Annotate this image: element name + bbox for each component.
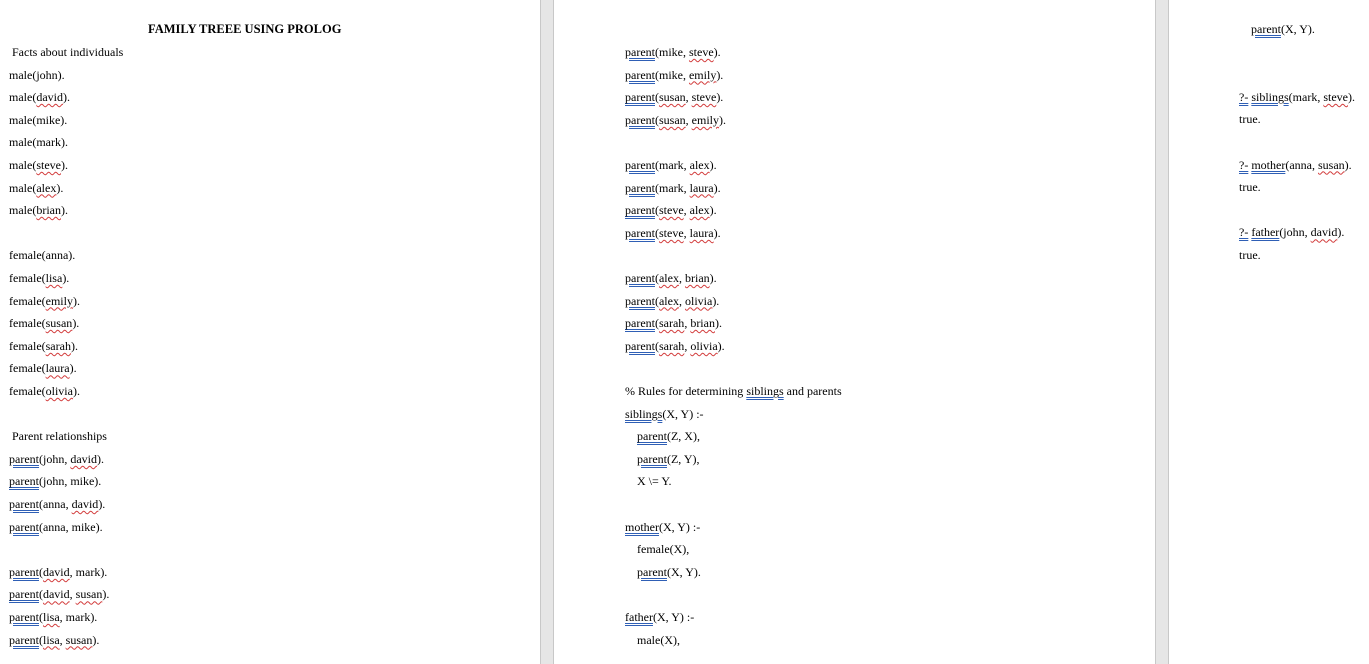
text-line: parent(mike, emily). [625,67,724,82]
text-line: ?- mother(anna, susan). [1239,157,1352,172]
text-line: parent(john, david). [9,451,104,466]
text-line: female(X), [625,542,690,557]
text-line: parent(X, Y). [1251,22,1315,36]
text-line: female(sarah). [9,338,78,353]
text-line: female(susan). [9,316,80,331]
text-line: male(steve). [9,158,68,172]
text-line: parent(steve, laura). [625,225,721,240]
text-line: parent(Z, X), [637,429,700,444]
text-line: parent(Z, Y), [637,451,700,466]
document-page-3: parent(X, Y). ?- siblings(mark, steve). tr… [1168,0,1369,664]
text-line: siblings(X, Y) :- [625,406,704,421]
text-line: X \= Y. [625,474,672,489]
document-page-2: parent(mike, steve). parent(mike, emily).… [553,0,1156,664]
text-line: ?- father(john, david). [1239,225,1345,240]
text-line: parent(mark, laura). [625,180,721,195]
text-line: Facts about individuals [9,45,124,59]
text-line: male(X), [625,632,680,647]
text-line: parent(steve, alex). [625,203,717,218]
text-line: parent(anna, david). [9,497,106,511]
text-line: parent(susan, emily). [625,112,726,127]
document-page-1: FAMILY TREEE USING PROLOG Facts about in… [0,0,541,664]
text-line: female(anna). [9,248,76,263]
text-line: parent(mark, alex). [625,158,717,172]
text-line: female(lisa). [9,271,70,285]
text-line: parent(sarah, brian). [625,316,722,331]
text-line: parent(lisa, mark). [9,610,98,624]
text-line: female(laura). [9,361,77,376]
document-title: FAMILY TREEE USING PROLOG [148,22,342,36]
text-line: true. [1239,180,1261,195]
text-line: female(emily). [9,293,80,308]
text-line: parent(alex, olivia). [625,293,720,308]
text-line: parent(alex, brian). [625,271,717,285]
text-line: male(david). [9,90,70,105]
text-line: parent(susan, steve). [625,90,724,105]
text-line: female(olivia). [9,384,80,398]
text-line: % Rules for determining siblings and par… [625,384,842,398]
text-line: male(john). [9,67,65,82]
text-line: true. [1239,248,1261,262]
text-line: parent(anna, mike). [9,519,103,534]
document-workspace: FAMILY TREEE USING PROLOG Facts about in… [0,0,1369,664]
text-line: mother(X, Y) :- [625,519,701,534]
text-line: parent(X, Y). [637,564,701,579]
text-line: Parent relationships [9,429,107,444]
text-line: male(mike). [9,112,68,127]
text-line: parent(john, mike). [9,474,102,489]
text-line: male(alex). [9,180,64,195]
text-line: father(X, Y) :- [625,610,695,624]
text-line: male(brian). [9,203,68,218]
text-line: parent(lisa, susan). [9,632,100,647]
text-line: parent(mike, steve). [625,45,721,59]
text-line: ?- siblings(mark, steve). [1239,89,1355,104]
text-line: true. [1239,112,1261,127]
text-line: male(mark). [9,135,68,150]
text-line: parent(sarah, olivia). [625,338,725,353]
text-line: parent(david, susan). [9,587,110,602]
text-line: parent(david, mark). [9,564,108,579]
